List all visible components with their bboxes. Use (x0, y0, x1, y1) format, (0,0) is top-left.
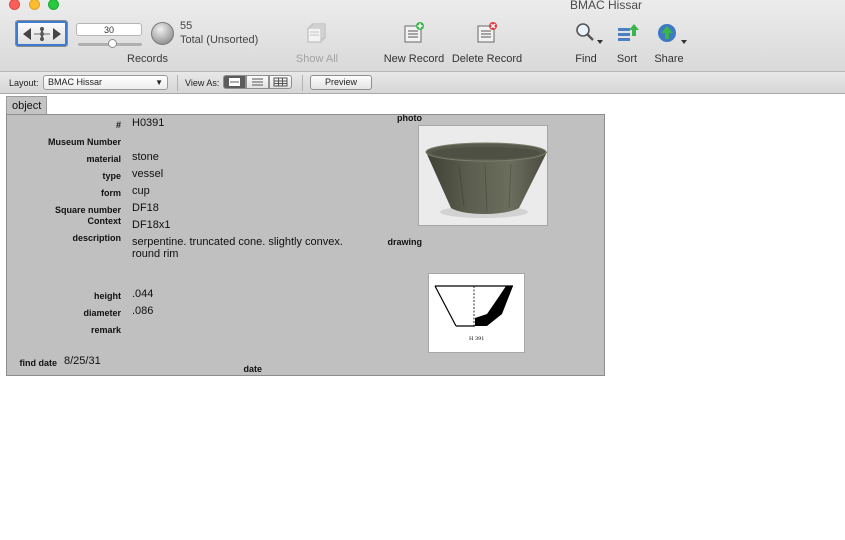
records-label: Records (127, 53, 168, 65)
new-record-label: New Record (383, 53, 445, 65)
show-all-label: Show All (295, 53, 339, 65)
record-form: # H0391 Museum Number material stone typ… (6, 113, 605, 376)
share-icon (658, 24, 687, 44)
record-number-field[interactable]: H0391 (132, 117, 164, 129)
form-view-icon (229, 78, 240, 86)
view-as-table-button[interactable] (269, 75, 292, 89)
find-date-field[interactable]: 8/25/31 (64, 355, 101, 367)
layout-select-value: BMAC Hissar (48, 77, 103, 87)
show-all-icon (307, 23, 326, 43)
delete-record-label: Delete Record (451, 53, 523, 65)
preview-button[interactable]: Preview (310, 75, 372, 90)
context-field[interactable]: DF18x1 (132, 219, 171, 231)
diameter-label: diameter (83, 308, 121, 318)
current-record-field[interactable]: 30 (76, 23, 142, 36)
list-view-icon (252, 78, 263, 86)
total-label: Total (Unsorted) (180, 34, 259, 46)
record-book-icon (23, 27, 61, 41)
sort-label: Sort (616, 53, 638, 65)
chevron-down-icon: ▼ (155, 78, 163, 87)
diameter-field[interactable]: .086 (132, 305, 153, 317)
sort-icon (618, 24, 639, 41)
drawing-container[interactable]: H 391 (428, 273, 525, 353)
height-field[interactable]: .044 (132, 288, 153, 300)
window-title: BMAC Hissar (570, 0, 643, 12)
photo-label: photo (397, 113, 422, 123)
museum-number-label: Museum Number (47, 137, 121, 147)
view-as-list-button[interactable] (246, 75, 269, 89)
square-number-field[interactable]: DF18 (132, 202, 159, 214)
delete-record-icon (477, 22, 497, 43)
record-navigation-book[interactable] (15, 20, 68, 47)
cup-profile-drawing: H 391 (434, 285, 513, 342)
find-label: Find (575, 53, 597, 65)
form-field[interactable]: cup (132, 185, 150, 197)
found-set-pie-icon (151, 22, 174, 45)
find-magnifier-icon (576, 23, 603, 44)
share-label: Share (654, 53, 684, 65)
remark-label: remark (90, 325, 121, 335)
form-label: form (101, 188, 121, 198)
height-label: height (94, 291, 121, 301)
close-window-button[interactable] (9, 0, 20, 10)
found-count: 55 (180, 20, 193, 32)
remark-field[interactable] (132, 322, 332, 334)
material-label: material (86, 154, 121, 164)
photo-container[interactable] (418, 125, 548, 226)
record-number-label: # (115, 120, 121, 130)
view-as-label: View As: (185, 78, 220, 88)
layout-select[interactable]: BMAC Hissar ▼ (43, 75, 168, 90)
divider (177, 75, 178, 91)
drawing-label: drawing (387, 237, 422, 247)
square-number-label: Square number (54, 205, 121, 215)
material-field[interactable]: stone (132, 151, 159, 163)
divider (302, 75, 303, 91)
type-field[interactable]: vessel (132, 168, 163, 180)
view-as-form-button[interactable] (223, 75, 246, 89)
table-view-icon (273, 77, 288, 87)
find-date-label: find date (19, 358, 58, 368)
type-label: type (102, 171, 121, 181)
description-label: description (72, 233, 121, 243)
tab-object[interactable]: object (6, 96, 47, 115)
drawing-caption: H 391 (469, 336, 485, 342)
stone-cup-photo (419, 126, 547, 225)
zoom-window-button[interactable] (48, 0, 59, 10)
minimize-window-button[interactable] (29, 0, 40, 10)
layout-bar: Layout: BMAC Hissar ▼ View As: Preview (0, 72, 845, 94)
toolbar: BMAC Hissar 30 55 Total (Unsorted) Recor… (0, 0, 845, 72)
context-label: Context (87, 216, 122, 226)
record-slider-thumb[interactable] (108, 39, 118, 48)
layout-label: Layout: (9, 78, 39, 88)
new-record-icon (404, 22, 424, 43)
museum-number-field[interactable] (132, 134, 312, 146)
date-label: date (243, 364, 262, 374)
